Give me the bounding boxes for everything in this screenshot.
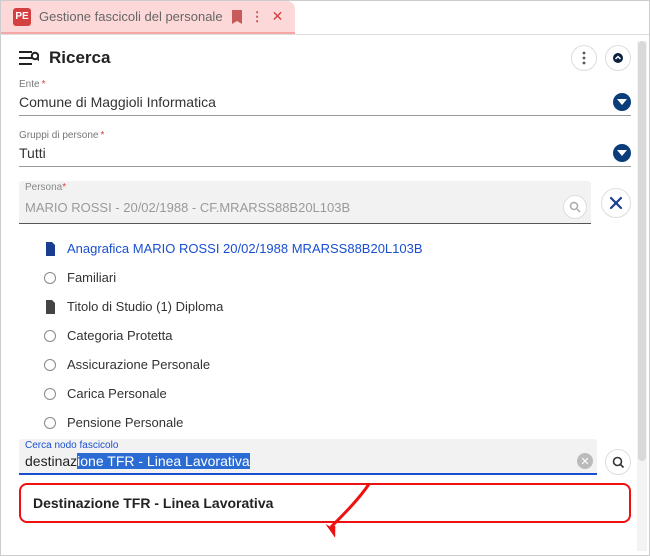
- document-icon: [43, 242, 57, 256]
- radio-icon: [43, 272, 57, 284]
- tree-item-familiari[interactable]: Familiari: [43, 263, 625, 292]
- tree-item-label: Carica Personale: [67, 386, 167, 401]
- app-icon: PE: [13, 8, 31, 26]
- persona-clear-button[interactable]: [601, 188, 631, 218]
- cerca-nodo-label: Cerca nodo fascicolo: [25, 440, 118, 451]
- fascicolo-tree: Anagrafica MARIO ROSSI 20/02/1988 MRARSS…: [1, 230, 649, 437]
- tree-item-carica[interactable]: Carica Personale: [43, 379, 625, 408]
- persona-search-icon[interactable]: [563, 195, 587, 219]
- gruppi-value: Tutti: [19, 145, 46, 161]
- ente-field[interactable]: Ente* Comune di Maggioli Informatica: [19, 79, 631, 116]
- required-marker: *: [101, 130, 105, 141]
- tree-item-categoria-protetta[interactable]: Categoria Protetta: [43, 321, 625, 350]
- persona-value: MARIO ROSSI - 20/02/1988 - CF.MRARSS88B2…: [25, 200, 350, 215]
- tab-menu-icon[interactable]: ⋮: [251, 9, 264, 25]
- radio-icon: [43, 330, 57, 342]
- tree-item-label: Familiari: [67, 270, 116, 285]
- tree-item-assicurazione[interactable]: Assicurazione Personale: [43, 350, 625, 379]
- tree-item-titolo-studio[interactable]: Titolo di Studio (1) Diploma: [43, 292, 625, 321]
- header-menu-button[interactable]: [571, 45, 597, 71]
- persona-label: Persona: [25, 182, 62, 193]
- tab-close-icon[interactable]: ✕: [272, 8, 284, 25]
- bookmark-icon[interactable]: [231, 10, 243, 24]
- gruppi-label: Gruppi di persone: [19, 130, 99, 141]
- cerca-nodo-value: destinazione TFR - Linea Lavorativa: [25, 453, 250, 469]
- clear-search-icon[interactable]: ✕: [577, 453, 593, 469]
- file-icon: [43, 300, 57, 314]
- search-list-icon[interactable]: [19, 50, 39, 66]
- radio-icon: [43, 359, 57, 371]
- tree-item-anagrafica[interactable]: Anagrafica MARIO ROSSI 20/02/1988 MRARSS…: [43, 234, 625, 263]
- radio-icon: [43, 417, 57, 429]
- gruppi-field[interactable]: Gruppi di persone* Tutti: [19, 130, 631, 167]
- page-scrollbar[interactable]: [637, 41, 647, 551]
- dropdown-icon[interactable]: [613, 93, 631, 111]
- ente-label: Ente: [19, 79, 40, 90]
- tree-item-pensione[interactable]: Pensione Personale: [43, 408, 625, 437]
- search-suggestion[interactable]: Destinazione TFR - Linea Lavorativa: [19, 483, 631, 523]
- tab-title: Gestione fascicoli del personale: [39, 9, 223, 24]
- tree-item-label: Pensione Personale: [67, 415, 183, 430]
- ente-value: Comune di Maggioli Informatica: [19, 94, 216, 110]
- app-tab[interactable]: PE Gestione fascicoli del personale ⋮ ✕: [1, 1, 295, 34]
- tree-item-label: Anagrafica MARIO ROSSI 20/02/1988 MRARSS…: [67, 241, 423, 256]
- page-title: Ricerca: [49, 48, 110, 68]
- cerca-nodo-field[interactable]: Cerca nodo fascicolo destinazione TFR - …: [19, 439, 597, 475]
- suggestion-label: Destinazione TFR - Linea Lavorativa: [33, 495, 273, 511]
- tree-item-label: Assicurazione Personale: [67, 357, 210, 372]
- persona-field[interactable]: Persona* MARIO ROSSI - 20/02/1988 - CF.M…: [19, 181, 591, 224]
- dropdown-icon[interactable]: [613, 144, 631, 162]
- radio-icon: [43, 388, 57, 400]
- header-collapse-button[interactable]: [605, 45, 631, 71]
- tree-item-label: Categoria Protetta: [67, 328, 173, 343]
- cerca-nodo-search-button[interactable]: [605, 449, 631, 475]
- required-marker: *: [62, 182, 66, 193]
- required-marker: *: [42, 79, 46, 90]
- tree-item-label: Titolo di Studio (1) Diploma: [67, 299, 223, 314]
